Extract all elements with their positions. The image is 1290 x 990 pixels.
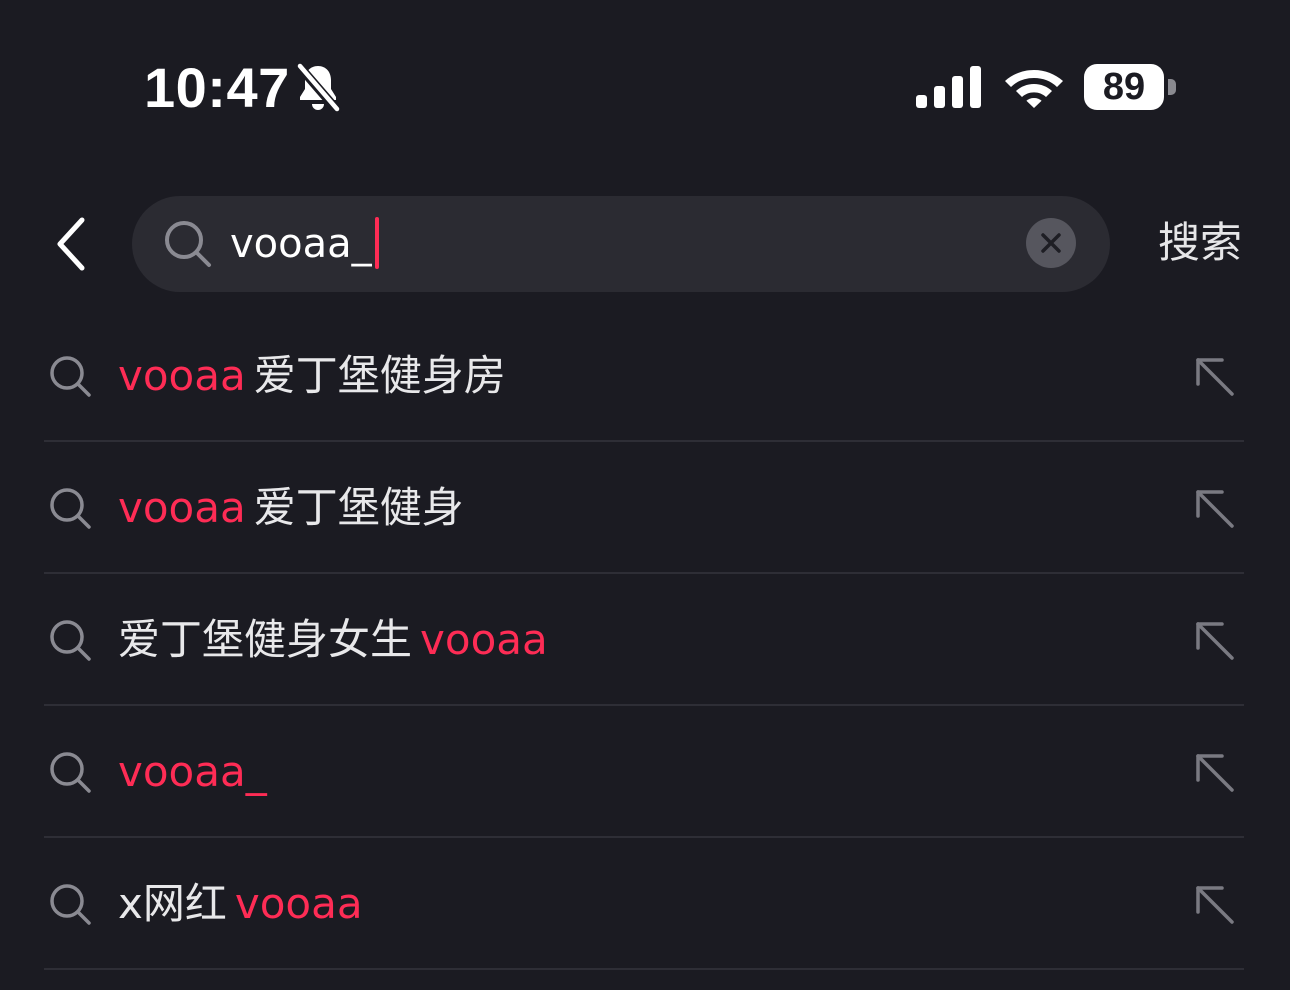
bell-slash-icon: [294, 62, 342, 114]
search-bar[interactable]: vooaa_: [132, 196, 1110, 292]
battery-cap: [1168, 79, 1176, 95]
status-time: 10:47: [144, 56, 290, 119]
search-icon: [50, 356, 91, 397]
suggestion-item[interactable]: vooaa 爱丁堡健身: [0, 442, 1290, 574]
suggestion-item[interactable]: vooaa_: [0, 706, 1290, 838]
suggestion-label: vooaa 爱丁堡健身房: [118, 346, 506, 406]
search-input-value: vooaa_: [230, 221, 372, 267]
search-icon: [50, 884, 91, 925]
divider: [44, 968, 1244, 970]
suggestion-item[interactable]: x网红 vooaa: [0, 838, 1290, 970]
arrow-up-left-icon[interactable]: [1192, 354, 1238, 400]
clear-search-button[interactable]: [1026, 218, 1076, 268]
wifi-icon: [1005, 70, 1063, 108]
search-icon: [50, 488, 91, 529]
suggestion-highlight-text: vooaa_: [118, 747, 267, 796]
suggestion-highlight-text: vooaa: [234, 879, 363, 928]
suggestion-list: vooaa 爱丁堡健身房 vooaa 爱丁堡健身 爱丁堡健身女生 vooaa vooaa_ x…: [0, 310, 1290, 970]
battery-level: 89: [1102, 66, 1146, 108]
arrow-up-left-icon[interactable]: [1192, 486, 1238, 532]
status-bar: 10:47 89: [0, 0, 1290, 180]
text-cursor: [374, 217, 379, 269]
suggestion-text: 爱丁堡健身女生: [118, 615, 413, 664]
suggestion-highlight-text: vooaa: [118, 351, 246, 400]
search-icon: [50, 752, 91, 793]
chevron-left-icon: [57, 217, 85, 271]
back-button[interactable]: [42, 208, 102, 280]
suggestion-label: x网红 vooaa: [118, 874, 363, 934]
suggestion-label: vooaa_: [118, 742, 267, 802]
arrow-up-left-icon[interactable]: [1192, 750, 1238, 796]
arrow-up-left-icon[interactable]: [1192, 882, 1238, 928]
suggestion-text: x网红: [118, 879, 227, 928]
suggestion-item[interactable]: 爱丁堡健身女生 vooaa: [0, 574, 1290, 706]
suggestion-text: 爱丁堡健身: [253, 483, 464, 532]
search-icon: [50, 620, 91, 661]
battery-icon: 89: [1084, 64, 1164, 110]
suggestion-item[interactable]: vooaa 爱丁堡健身房: [0, 310, 1290, 442]
arrow-up-left-icon[interactable]: [1192, 618, 1238, 664]
cellular-signal-icon: [916, 66, 981, 108]
search-input[interactable]: vooaa_: [230, 214, 379, 274]
search-button[interactable]: 搜索: [1150, 210, 1250, 276]
suggestion-label: vooaa 爱丁堡健身: [118, 478, 464, 538]
suggestion-highlight-text: vooaa: [420, 615, 548, 664]
suggestion-label: 爱丁堡健身女生 vooaa: [118, 610, 548, 670]
close-icon: [1041, 233, 1061, 253]
suggestion-text: 爱丁堡健身房: [253, 351, 506, 400]
search-icon: [165, 221, 211, 267]
suggestion-highlight-text: vooaa: [118, 483, 246, 532]
